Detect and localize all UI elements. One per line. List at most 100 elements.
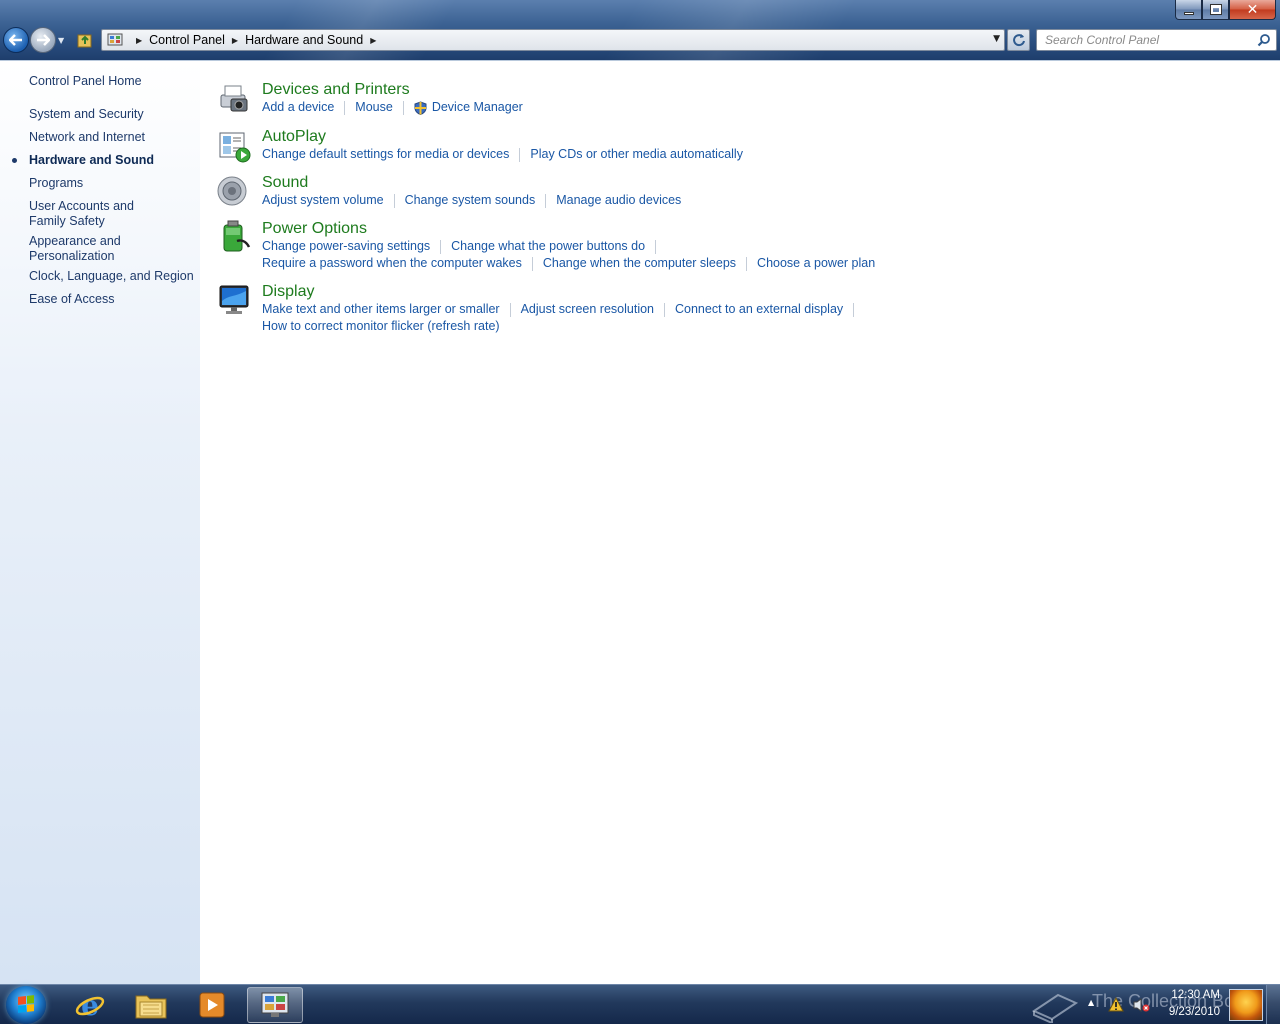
- category-title-display[interactable]: Display: [262, 283, 314, 301]
- media-player-icon: [199, 992, 225, 1018]
- link-separator: [519, 147, 521, 162]
- link-separator: [440, 239, 442, 254]
- folder-up-icon[interactable]: [77, 32, 93, 48]
- address-bar[interactable]: ▶ Control Panel ▶ Hardware and Sound ▶ ▼: [101, 29, 1005, 51]
- action-center-warning-icon[interactable]: [1108, 997, 1124, 1013]
- show-hidden-icons-button[interactable]: ▲: [1088, 998, 1094, 1007]
- back-button[interactable]: [3, 27, 29, 53]
- breadcrumb-hardware-and-sound[interactable]: Hardware and Sound: [245, 33, 363, 47]
- link-add-a-device[interactable]: Add a device: [262, 100, 334, 115]
- folder-icon: [135, 995, 167, 1019]
- sidebar-item-system-and-security[interactable]: System and Security: [29, 107, 194, 122]
- minimize-icon: [1183, 12, 1194, 15]
- recent-pages-dropdown[interactable]: ▼: [58, 36, 64, 45]
- link-change-system-sounds[interactable]: Change system sounds: [405, 193, 536, 208]
- link-row: Require a password when the computer wak…: [262, 256, 875, 271]
- breadcrumb-separator-icon[interactable]: ▶: [136, 36, 142, 45]
- sidebar-item-clock-language-region[interactable]: Clock, Language, and Region: [29, 269, 194, 284]
- clock-date[interactable]: 9/23/2010: [1162, 1006, 1220, 1018]
- minimize-button[interactable]: [1175, 0, 1202, 20]
- refresh-icon: [1012, 34, 1025, 47]
- link-adjust-system-volume[interactable]: Adjust system volume: [262, 193, 384, 208]
- sidebar: Control Panel Home System and Security N…: [0, 60, 200, 984]
- search-box[interactable]: [1036, 29, 1277, 51]
- forward-button[interactable]: [30, 27, 56, 53]
- breadcrumb-separator-icon[interactable]: ▶: [370, 36, 376, 45]
- printer-camera-icon: [220, 85, 248, 112]
- link-row: Add a device Mouse Device Manager: [262, 100, 523, 115]
- link-mouse[interactable]: Mouse: [355, 100, 393, 115]
- search-icon[interactable]: [1257, 33, 1271, 47]
- address-dropdown-icon[interactable]: ▼: [993, 34, 1000, 44]
- search-input[interactable]: [1045, 33, 1255, 47]
- link-row: Adjust system volume Change system sound…: [262, 193, 681, 208]
- speaker-icon: [217, 176, 247, 206]
- sidebar-item-user-accounts[interactable]: User Accounts and Family Safety: [29, 199, 174, 229]
- link-separator: [853, 302, 855, 317]
- autoplay-icon: [219, 132, 251, 163]
- windows-logo-icon: [18, 995, 34, 1013]
- back-arrow-icon: [9, 34, 22, 46]
- link-change-default-media-settings[interactable]: Change default settings for media or dev…: [262, 147, 509, 162]
- sidebar-item-appearance[interactable]: Appearance and Personalization: [29, 234, 129, 264]
- link-row: Change power-saving settings Change what…: [262, 239, 666, 254]
- control-panel-icon: [261, 992, 289, 1017]
- sidebar-item-network-and-internet[interactable]: Network and Internet: [29, 130, 194, 145]
- monitor-icon: [219, 285, 249, 314]
- sidebar-item-hardware-and-sound[interactable]: Hardware and Sound: [29, 153, 194, 168]
- show-desktop-button[interactable]: [1266, 985, 1280, 1024]
- volume-muted-icon[interactable]: [1132, 997, 1150, 1013]
- link-row: How to correct monitor flicker (refresh …: [262, 319, 500, 334]
- link-row: Make text and other items larger or smal…: [262, 302, 864, 317]
- link-correct-monitor-flicker[interactable]: How to correct monitor flicker (refresh …: [262, 319, 500, 334]
- link-manage-audio-devices[interactable]: Manage audio devices: [556, 193, 681, 208]
- battery-icon: [223, 220, 251, 252]
- link-device-manager[interactable]: Device Manager: [432, 100, 523, 115]
- category-title-devices-and-printers[interactable]: Devices and Printers: [262, 81, 410, 99]
- link-separator: [509, 302, 511, 317]
- close-icon: ✕: [1246, 1, 1259, 18]
- category-title-autoplay[interactable]: AutoPlay: [262, 128, 326, 146]
- link-connect-external-display[interactable]: Connect to an external display: [675, 302, 843, 317]
- book-icon: [1031, 993, 1079, 1023]
- link-make-text-larger[interactable]: Make text and other items larger or smal…: [262, 302, 500, 317]
- restore-button[interactable]: [1202, 0, 1229, 20]
- link-separator: [545, 193, 547, 208]
- link-adjust-screen-resolution[interactable]: Adjust screen resolution: [521, 302, 654, 317]
- breadcrumb-control-panel[interactable]: Control Panel: [149, 33, 225, 47]
- refresh-button[interactable]: [1007, 29, 1030, 51]
- link-separator: [402, 100, 404, 115]
- sidebar-control-panel-home[interactable]: Control Panel Home: [29, 74, 194, 89]
- uac-shield-icon: [414, 100, 427, 115]
- sidebar-item-programs[interactable]: Programs: [29, 176, 194, 191]
- category-title-sound[interactable]: Sound: [262, 174, 308, 192]
- breadcrumb-separator-icon[interactable]: ▶: [232, 36, 238, 45]
- taskbar-control-panel[interactable]: [247, 987, 303, 1023]
- sidebar-item-ease-of-access[interactable]: Ease of Access: [29, 292, 194, 307]
- restore-icon: [1209, 4, 1222, 15]
- link-play-cds-automatically[interactable]: Play CDs or other media automatically: [530, 147, 743, 162]
- start-button[interactable]: [6, 986, 46, 1024]
- category-title-power-options[interactable]: Power Options: [262, 220, 367, 238]
- link-separator: [746, 256, 748, 271]
- close-button[interactable]: ✕: [1229, 0, 1276, 20]
- link-require-password-on-wake[interactable]: Require a password when the computer wak…: [262, 256, 522, 271]
- flower-user-tile-icon: [1229, 989, 1263, 1021]
- forward-arrow-icon: [37, 34, 50, 46]
- taskbar-windows-explorer[interactable]: [123, 987, 179, 1023]
- link-separator: [393, 193, 395, 208]
- taskbar-media-player[interactable]: [184, 987, 240, 1023]
- window-controls: ✕: [1175, 0, 1276, 20]
- svg-text:e: e: [81, 989, 99, 1021]
- link-change-when-computer-sleeps[interactable]: Change when the computer sleeps: [543, 256, 736, 271]
- main-content: Devices and Printers Add a device Mouse …: [200, 60, 1280, 984]
- taskbar-internet-explorer[interactable]: e: [62, 987, 118, 1023]
- link-row: Change default settings for media or dev…: [262, 147, 743, 162]
- link-change-power-buttons[interactable]: Change what the power buttons do: [451, 239, 645, 254]
- control-panel-icon: [107, 33, 123, 46]
- link-change-power-saving-settings[interactable]: Change power-saving settings: [262, 239, 430, 254]
- link-choose-power-plan[interactable]: Choose a power plan: [757, 256, 875, 271]
- active-bullet-icon: [12, 158, 17, 163]
- link-separator: [344, 100, 346, 115]
- clock-time[interactable]: 12:30 AM: [1162, 989, 1220, 1001]
